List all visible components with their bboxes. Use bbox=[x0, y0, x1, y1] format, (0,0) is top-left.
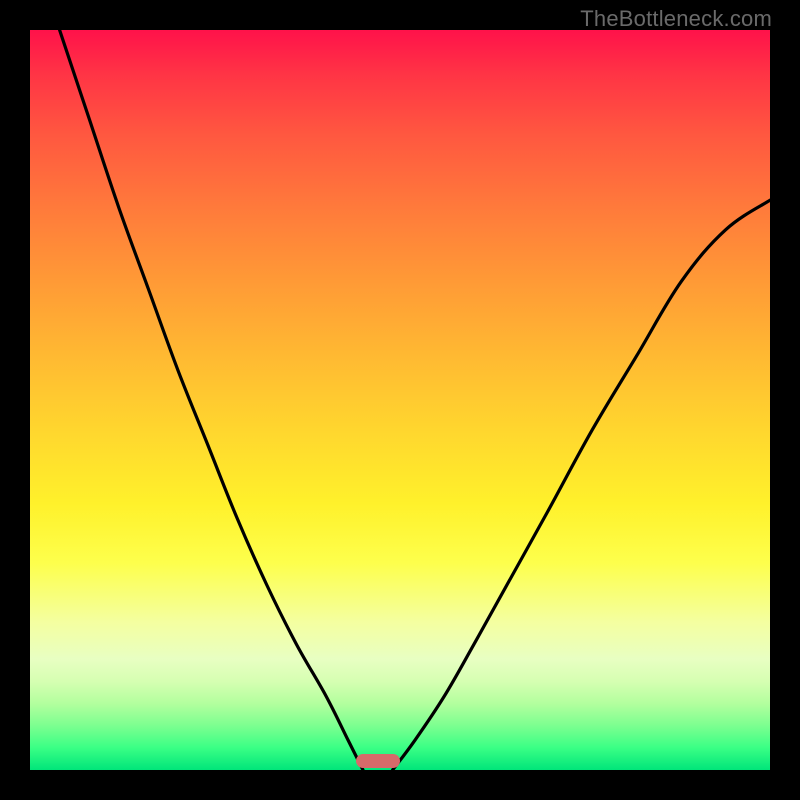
chart-frame: TheBottleneck.com bbox=[0, 0, 800, 800]
curve-left-branch bbox=[60, 30, 363, 770]
plot-area bbox=[30, 30, 770, 770]
bottleneck-curve bbox=[30, 30, 770, 770]
optimal-point-marker bbox=[356, 754, 400, 768]
curve-right-branch bbox=[393, 200, 770, 770]
watermark-text: TheBottleneck.com bbox=[580, 6, 772, 32]
